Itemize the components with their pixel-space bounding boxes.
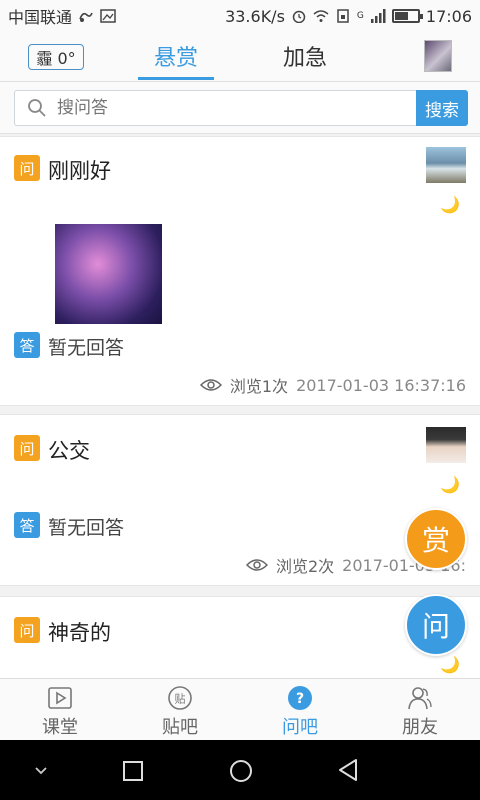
search-bar: 搜索 bbox=[0, 82, 480, 134]
bottom-nav: 课堂 贴 贴吧 ? 问吧 朋友 bbox=[0, 678, 480, 740]
question-icon-text: ? bbox=[296, 691, 304, 707]
eye-icon bbox=[245, 559, 268, 571]
battery-level bbox=[394, 12, 408, 20]
network-speed: 33.6K/s bbox=[225, 6, 285, 26]
reward-fab-button[interactable]: 赏 bbox=[405, 508, 467, 570]
question-badge: 问 bbox=[14, 155, 40, 181]
carrier-label: 中国联通 bbox=[8, 8, 73, 27]
search-icon bbox=[28, 99, 46, 117]
image-notification-icon bbox=[100, 9, 116, 23]
signal-icon bbox=[370, 9, 386, 23]
post-time: 2017-01-03 16:37:16 bbox=[296, 375, 466, 395]
question-meta: 浏览1次 2017-01-03 16:37:16 bbox=[199, 373, 466, 397]
asker-avatar[interactable] bbox=[426, 147, 466, 183]
battery-icon bbox=[391, 9, 423, 23]
user-avatar[interactable] bbox=[424, 40, 452, 72]
nav-item-classroom[interactable]: 课堂 bbox=[0, 679, 120, 741]
system-nav-bar bbox=[0, 740, 480, 800]
nav-item-label: 课堂 bbox=[42, 717, 78, 738]
question-title[interactable]: 神奇的 bbox=[48, 617, 111, 647]
video-icon bbox=[48, 687, 72, 709]
moon-icon: 🌙 bbox=[440, 195, 460, 214]
nav-item-qa[interactable]: ? 问吧 bbox=[240, 679, 360, 741]
ask-question-fab-button[interactable]: 问 bbox=[405, 594, 467, 656]
tab-reward[interactable]: 悬赏 bbox=[138, 40, 214, 80]
question-icon: ? bbox=[288, 686, 312, 710]
nav-item-label: 问吧 bbox=[282, 717, 318, 738]
view-count: 浏览1次 bbox=[229, 377, 289, 396]
eye-icon bbox=[199, 379, 222, 391]
question-badge: 问 bbox=[14, 617, 40, 643]
home-icon[interactable] bbox=[228, 758, 254, 784]
search-box bbox=[14, 90, 416, 126]
question-badge: 问 bbox=[14, 435, 40, 461]
wifi-icon bbox=[313, 10, 329, 22]
question-title[interactable]: 公交 bbox=[48, 435, 90, 465]
answer-badge: 答 bbox=[14, 332, 40, 358]
question-card[interactable]: 问 公交 🌙 答 暂无回答 浏览2次 2017-01-03 16: bbox=[0, 414, 480, 586]
nav-item-label: 朋友 bbox=[402, 717, 438, 738]
nav-item-forum[interactable]: 贴 贴吧 bbox=[120, 679, 240, 741]
status-bar: 中国联通 33.6K/s G 17:06 bbox=[0, 0, 480, 32]
tab-urgent[interactable]: 加急 bbox=[270, 40, 340, 80]
clock: 17:06 bbox=[425, 6, 472, 26]
alarm-icon bbox=[292, 10, 306, 23]
chevron-down-icon[interactable] bbox=[34, 766, 48, 776]
search-button[interactable]: 搜索 bbox=[416, 90, 468, 126]
moon-icon: 🌙 bbox=[440, 655, 460, 674]
network-type-label: G bbox=[356, 11, 364, 21]
search-input[interactable] bbox=[57, 98, 397, 118]
sim-icon bbox=[337, 9, 349, 23]
question-title[interactable]: 刚刚好 bbox=[48, 155, 111, 185]
answer-text: 暂无回答 bbox=[48, 337, 125, 359]
top-nav: 霾 0° 悬赏 加急 bbox=[0, 32, 480, 82]
nav-item-friends[interactable]: 朋友 bbox=[360, 679, 480, 741]
nav-item-label: 贴吧 bbox=[162, 717, 198, 738]
view-count: 浏览2次 bbox=[275, 557, 335, 576]
recent-apps-icon[interactable] bbox=[122, 760, 144, 782]
weather-badge[interactable]: 霾 0° bbox=[28, 44, 84, 70]
answer-badge: 答 bbox=[14, 512, 40, 538]
moon-icon: 🌙 bbox=[440, 475, 460, 494]
friends-icon bbox=[408, 687, 432, 710]
forum-icon-text: 贴 bbox=[175, 692, 186, 706]
notification-icon bbox=[79, 12, 93, 22]
forum-icon: 贴 bbox=[168, 686, 192, 710]
answer-text: 暂无回答 bbox=[48, 517, 125, 539]
question-image[interactable] bbox=[55, 224, 162, 324]
back-icon[interactable] bbox=[336, 758, 360, 782]
asker-avatar[interactable] bbox=[426, 427, 466, 463]
